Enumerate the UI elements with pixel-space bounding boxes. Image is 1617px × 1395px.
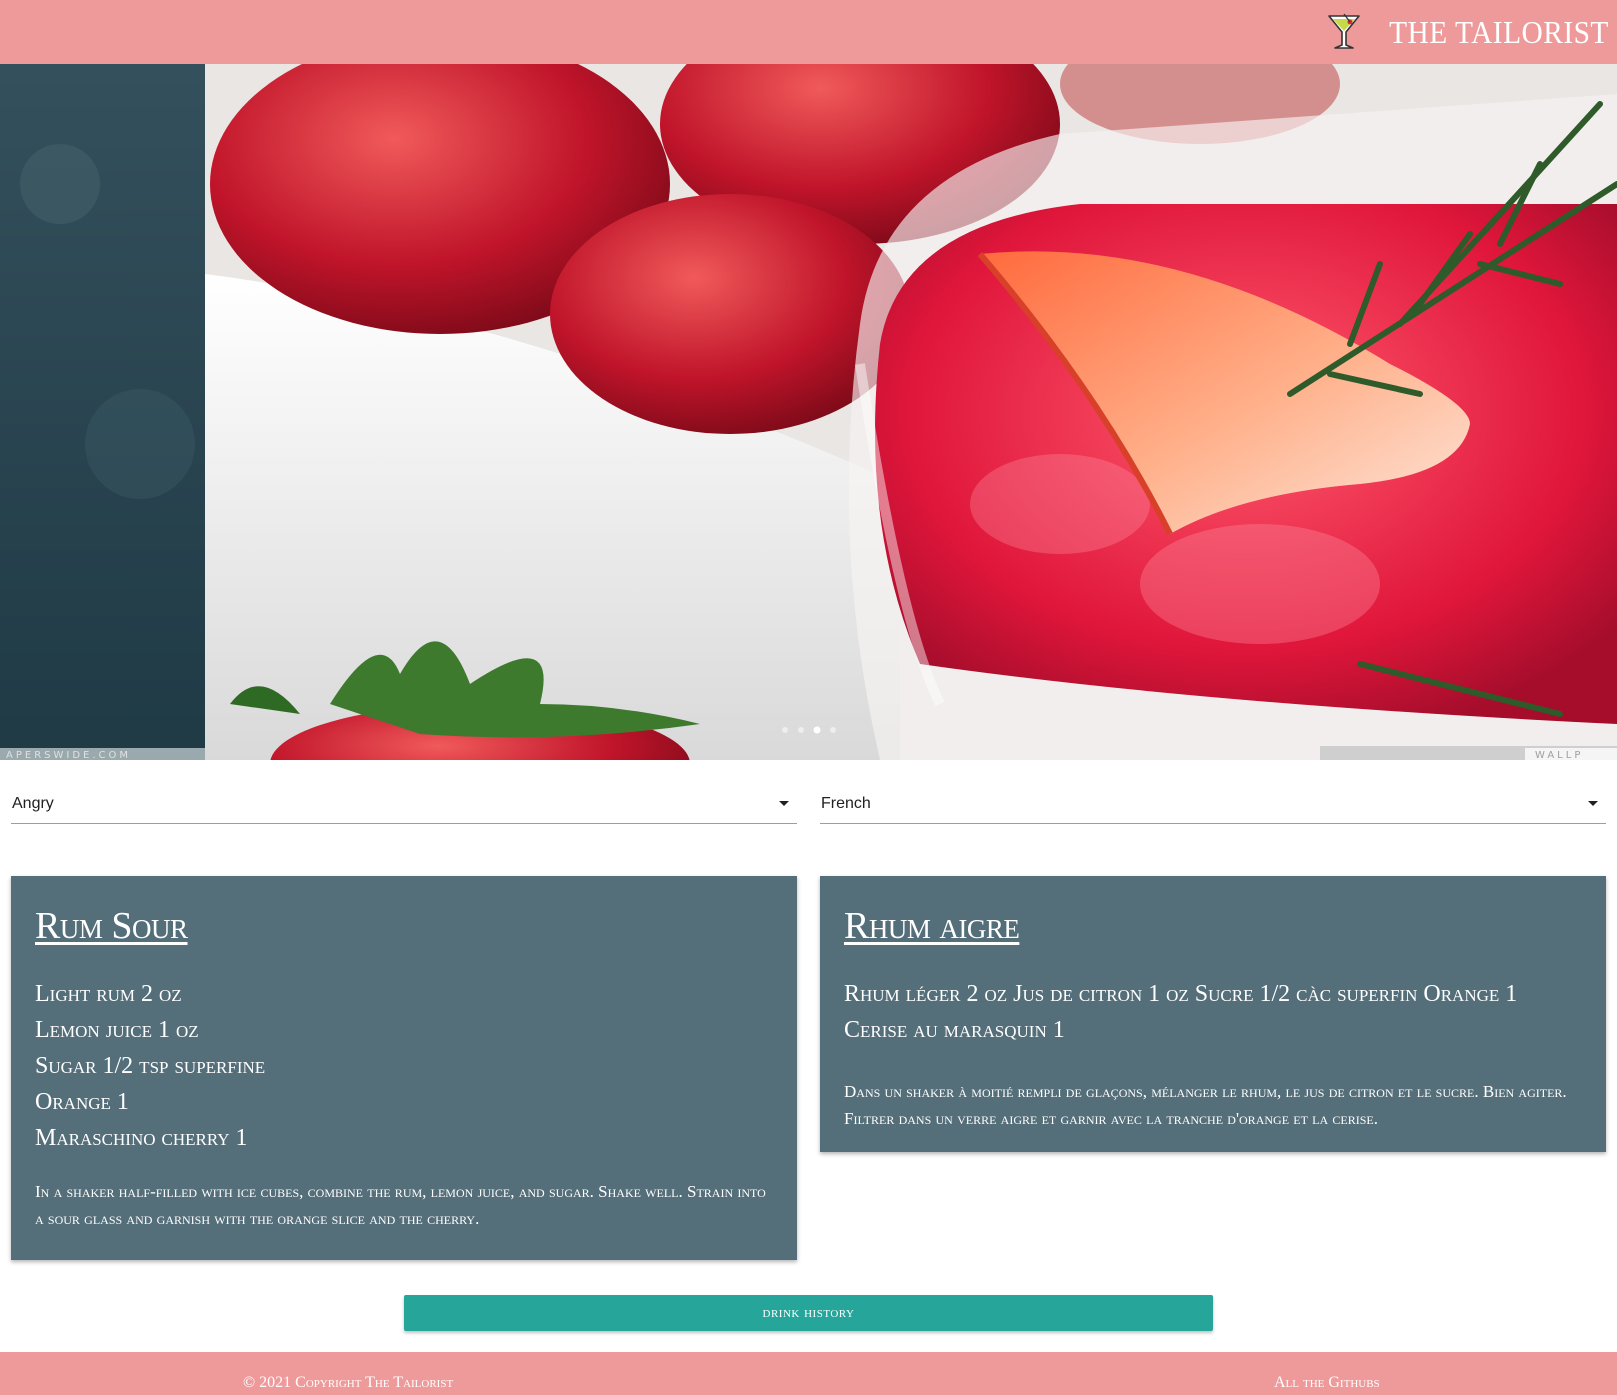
ingredient-list: Light rum 2 oz Lemon juice 1 oz Sugar 1/… bbox=[35, 976, 773, 1156]
mood-select[interactable]: Angry bbox=[11, 784, 797, 824]
mood-select-value: Angry bbox=[12, 794, 54, 812]
recipe-card-french: Rhum aigre Rhum léger 2 oz Jus de citron… bbox=[820, 876, 1606, 1152]
watermark-right: WALLP bbox=[1535, 750, 1583, 760]
ingredient-item: Sugar 1/2 tsp superfine bbox=[35, 1053, 266, 1079]
recipe-card-english: Rum Sour Light rum 2 oz Lemon juice 1 oz… bbox=[11, 876, 797, 1260]
footer-copyright: © 2021 Copyright The Tailorist bbox=[243, 1374, 454, 1391]
recipe-instructions: In a shaker half-filled with ice cubes, … bbox=[35, 1182, 766, 1228]
carousel-dot[interactable] bbox=[830, 727, 836, 733]
strawberry-cocktail-photo: APERSWIDE.COM WALLP bbox=[0, 64, 1617, 760]
ingredient-item: Maraschino cherry 1 bbox=[35, 1125, 248, 1151]
ingredient-item: Lemon juice 1 oz bbox=[35, 1017, 199, 1043]
footer-github-link[interactable]: All the Githubs bbox=[1274, 1374, 1380, 1392]
recipe-title: Rhum aigre bbox=[844, 905, 1020, 947]
watermark-left: APERSWIDE.COM bbox=[6, 750, 131, 760]
ingredient-item: Orange 1 bbox=[35, 1089, 129, 1115]
ingredient-list: Rhum léger 2 oz Jus de citron 1 oz Sucre… bbox=[844, 981, 1518, 1043]
top-navbar: THE TAILORIST bbox=[0, 0, 1617, 64]
chevron-down-icon bbox=[779, 801, 789, 806]
language-select-value: French bbox=[821, 794, 871, 812]
carousel-dot[interactable] bbox=[782, 727, 788, 733]
filter-row: Angry French bbox=[0, 784, 1617, 824]
brand-title: THE TAILORIST bbox=[1389, 13, 1609, 50]
hero-carousel[interactable]: APERSWIDE.COM WALLP bbox=[0, 64, 1617, 760]
carousel-dot-active[interactable] bbox=[813, 726, 821, 734]
ingredient-item: Light rum 2 oz bbox=[35, 981, 182, 1007]
carousel-dot[interactable] bbox=[798, 727, 804, 733]
drink-history-button[interactable]: drink history bbox=[404, 1295, 1213, 1331]
language-select[interactable]: French bbox=[820, 784, 1606, 824]
cocktail-glass-icon bbox=[1328, 13, 1360, 49]
recipe-title: Rum Sour bbox=[35, 905, 188, 947]
chevron-down-icon bbox=[1588, 801, 1598, 806]
brand-logo[interactable]: THE TAILORIST bbox=[1326, 12, 1609, 52]
recipe-instructions: Dans un shaker à moitié rempli de glaçon… bbox=[844, 1082, 1567, 1128]
page-footer: © 2021 Copyright The Tailorist All the G… bbox=[0, 1352, 1617, 1395]
